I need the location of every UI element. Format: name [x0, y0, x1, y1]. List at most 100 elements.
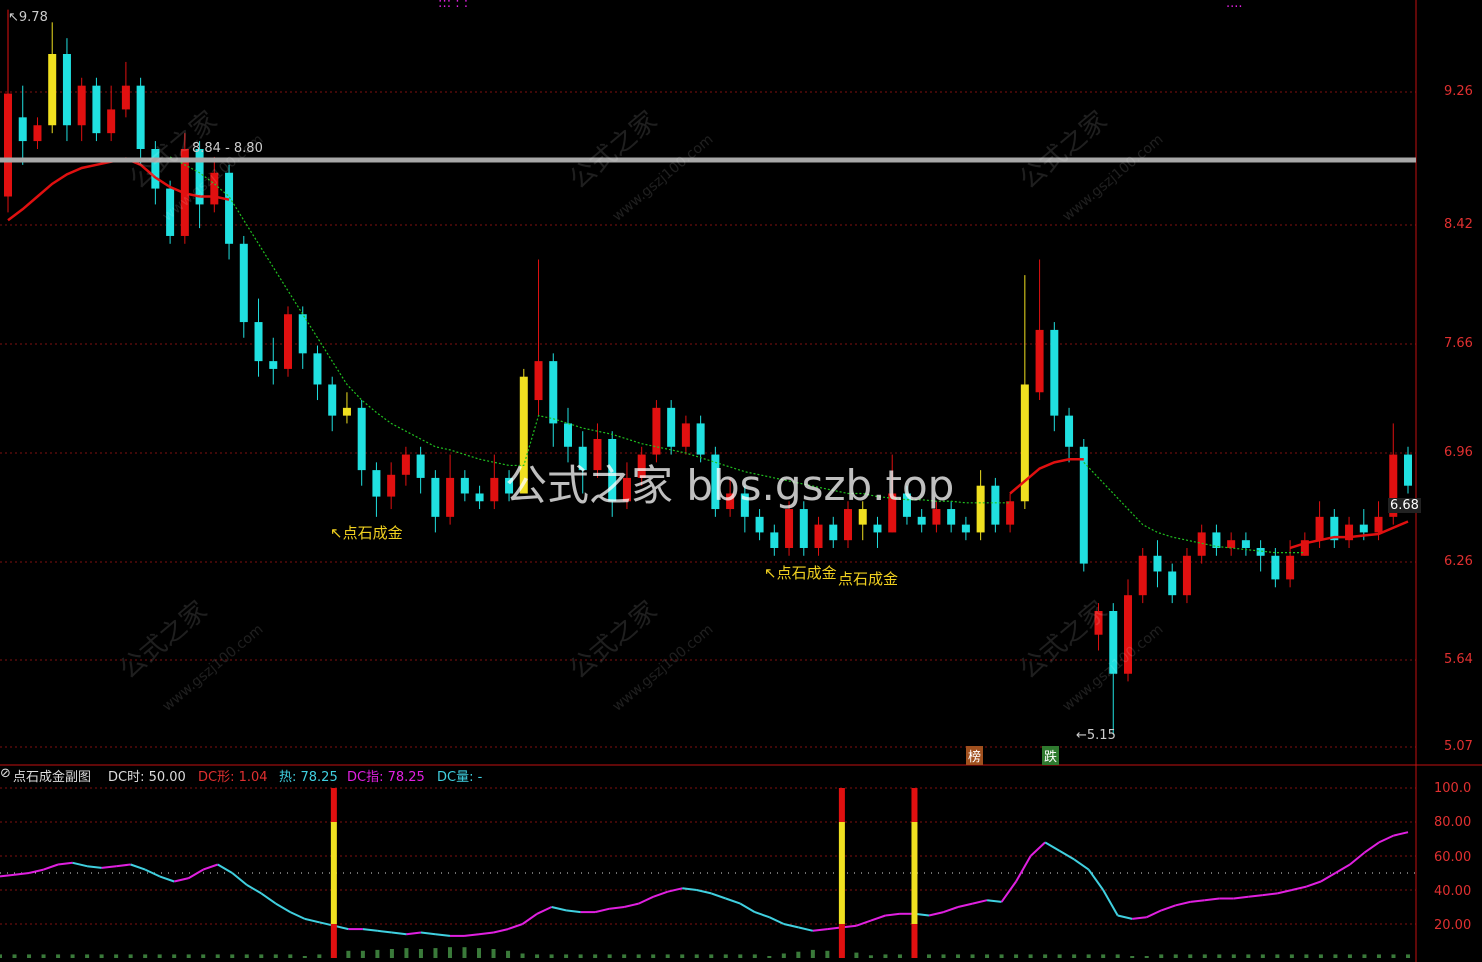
candle-body — [357, 407, 366, 471]
candle-body — [239, 243, 248, 323]
candle-body — [1197, 532, 1206, 556]
sub-volume-bar — [1159, 954, 1164, 958]
sub-line-segment — [885, 912, 901, 917]
signal-label: ↖点石成金 — [764, 564, 837, 582]
candle-body — [991, 485, 1000, 525]
sub-volume-bar — [897, 954, 902, 958]
candle-body — [534, 361, 543, 401]
drop-badge[interactable]: 跌 — [1042, 746, 1060, 765]
sub-line-segment — [812, 928, 828, 932]
candle-body — [1138, 555, 1147, 596]
sub-volume-bar — [259, 954, 264, 958]
sub-line-segment — [1320, 872, 1336, 883]
sub-volume-bar — [1144, 956, 1149, 958]
candle-body — [254, 322, 263, 362]
candle-body — [1035, 329, 1044, 393]
sub-volume-bar — [172, 954, 177, 958]
sub-line-segment — [1087, 869, 1104, 891]
sub-volume-bar — [1072, 954, 1077, 958]
sub-signal-bar-base — [330, 924, 337, 958]
sub-line-segment — [260, 892, 277, 905]
sub-line-segment — [1363, 841, 1380, 854]
sub-line-segment — [725, 897, 741, 905]
sub-volume-bar — [1057, 954, 1062, 958]
sub-line-segment — [173, 877, 189, 883]
candle-body — [77, 85, 86, 126]
sub-volume-bar — [1376, 954, 1381, 958]
sub-line-segment — [1132, 916, 1147, 920]
sub-volume-bar — [883, 954, 888, 958]
candle-body — [460, 477, 469, 494]
sub-volume-bar — [564, 954, 569, 958]
sub-tick: 40.00 — [1434, 884, 1472, 899]
sub-volume-bar — [535, 954, 540, 958]
candle-body — [475, 493, 484, 502]
sub-volume-bar — [868, 955, 873, 958]
sub-volume-bar — [1173, 954, 1178, 958]
sub-line-segment — [159, 875, 175, 883]
sub-volume-bar — [1406, 954, 1410, 958]
sub-line-segment — [623, 902, 639, 908]
sub-volume-bar — [389, 949, 394, 958]
sub-volume-bar — [1217, 954, 1222, 958]
top-legend-tail: .... — [1226, 0, 1243, 11]
sub-volume-bar — [99, 954, 104, 958]
high-price-label: ↖9.78 — [8, 10, 48, 25]
list-badge[interactable]: 榜 — [966, 746, 984, 765]
sub-line-segment — [928, 911, 944, 917]
high-price-value: 9.78 — [18, 10, 48, 25]
sub-line-segment — [1378, 834, 1394, 844]
sub-line-segment — [1306, 880, 1322, 888]
sub-line-segment — [1000, 880, 1017, 903]
candle-body — [814, 524, 823, 548]
candle-body — [490, 477, 499, 502]
sub-volume-bar — [41, 954, 46, 958]
sub-signal-bar-base — [838, 924, 845, 958]
candle-body — [1404, 454, 1412, 486]
sub-line-segment — [594, 907, 610, 914]
sub-line-segment — [188, 868, 204, 879]
sub-volume-bar — [607, 954, 612, 958]
subchart-title[interactable]: 点石成金副图 — [13, 766, 91, 785]
ma-green-line — [169, 156, 1011, 504]
candle-body — [121, 85, 130, 110]
sub-line-segment — [696, 889, 712, 895]
sub-volume-bar — [70, 954, 75, 958]
sub-volume-bar — [491, 949, 496, 958]
candle-body — [225, 172, 234, 244]
sub-line-segment — [1291, 885, 1307, 891]
subchart-close-icon[interactable]: ⊘ — [0, 766, 11, 781]
sub-volume-bar — [404, 948, 409, 958]
candle-body — [387, 474, 396, 497]
sub-line-segment — [798, 926, 814, 932]
sub-volume-bar — [1115, 954, 1120, 958]
sub-volume-bar — [1130, 956, 1135, 958]
sub-line-segment — [116, 863, 131, 868]
candle-body — [1006, 501, 1015, 525]
sub-line-segment — [1204, 897, 1220, 902]
sub-volume-bar — [215, 954, 220, 958]
sub-line-segment — [1175, 900, 1191, 907]
candle-body — [770, 532, 779, 548]
sub-volume-bar — [375, 949, 380, 958]
sub-volume-bar — [143, 954, 148, 958]
candle-body — [976, 485, 985, 533]
price-tick: 5.07 — [1444, 739, 1473, 754]
sub-volume-bar — [1318, 954, 1323, 958]
sub-volume-bar — [1043, 954, 1048, 958]
sub-volume-bar — [941, 954, 946, 958]
sub-line-segment — [14, 872, 30, 876]
sub-line-segment — [1233, 895, 1249, 900]
sub-volume-bar — [157, 954, 162, 958]
sub-volume-bar — [1246, 954, 1251, 958]
sub-line-segment — [943, 906, 959, 914]
sub-volume-bar — [1275, 954, 1280, 958]
candle-body — [1359, 524, 1368, 533]
sub-line-segment — [289, 911, 306, 920]
sub-line-segment — [652, 890, 669, 898]
sub-line-segment — [870, 914, 886, 922]
sub-line-segment — [1015, 855, 1032, 882]
candle-body — [829, 524, 838, 541]
candle-body — [107, 109, 116, 134]
sub-line-segment — [217, 863, 233, 874]
